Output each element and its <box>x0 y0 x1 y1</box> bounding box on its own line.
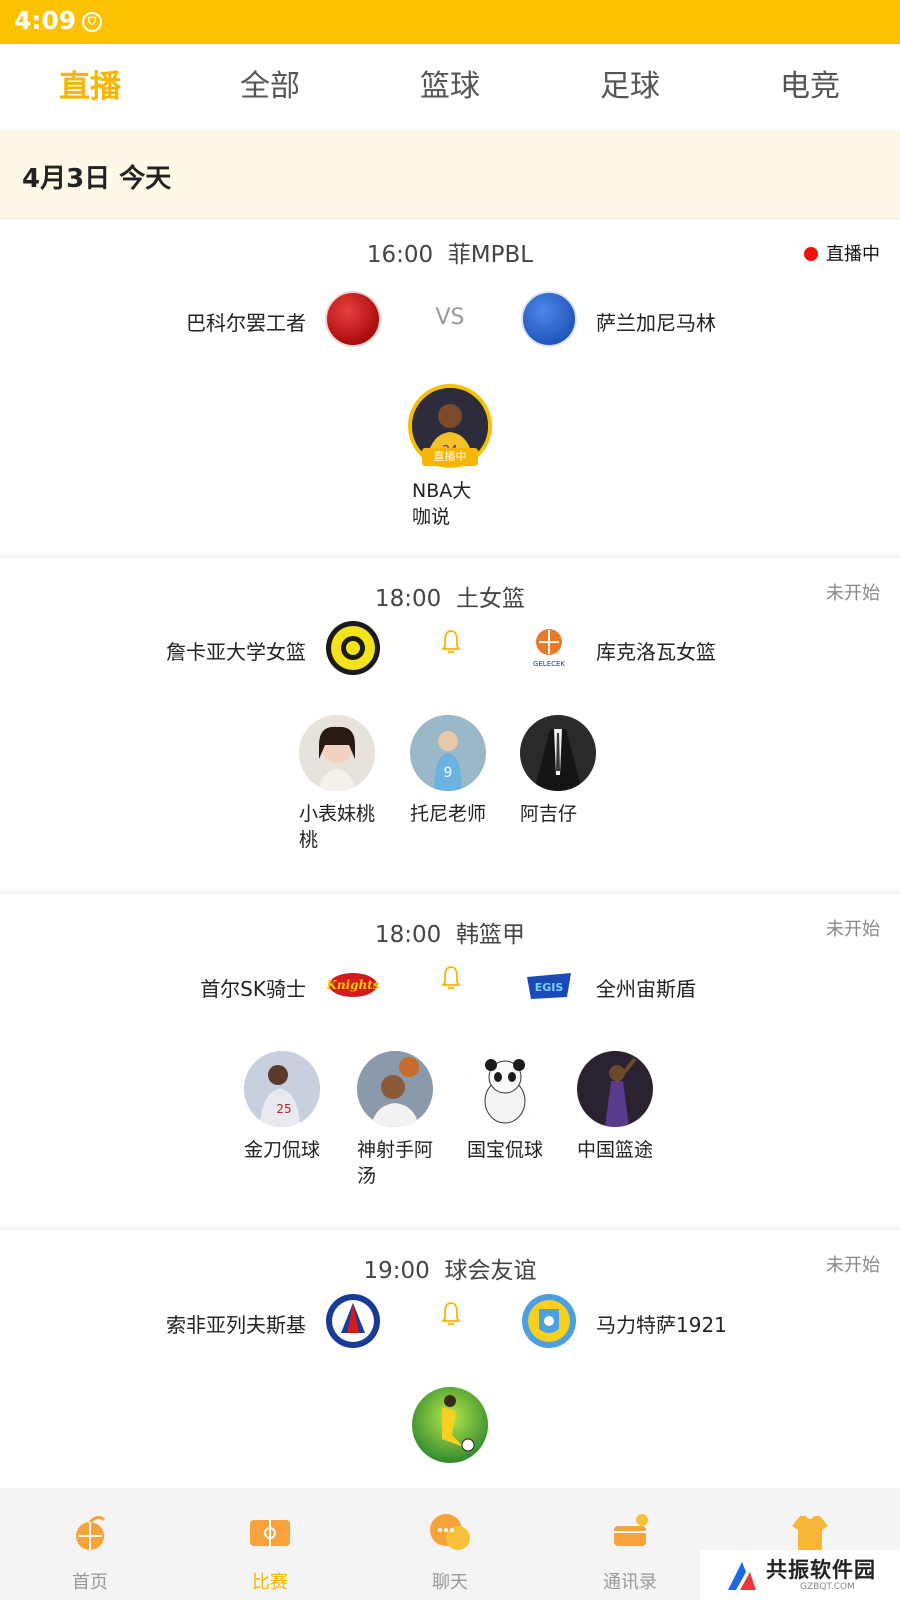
host-item[interactable]: 神射手阿汤 <box>345 1051 445 1189</box>
away-team-name: 萨兰加尼马林 <box>596 311 716 335</box>
host-item[interactable]: 中国篮途 <box>565 1051 665 1163</box>
away-team-logo[interactable] <box>521 291 577 347</box>
home-team-logo[interactable] <box>325 620 381 676</box>
live-status: 直播中 <box>804 240 880 266</box>
svg-text:Knights: Knights <box>325 978 379 992</box>
top-tab-bar: 直播 全部 篮球 足球 电竞 <box>0 44 900 130</box>
host-item[interactable]: 9 托尼老师 <box>398 715 498 827</box>
host-name: NBA大咖说 <box>412 480 472 528</box>
match-header: 16:00 菲MPBL <box>0 235 900 269</box>
host-avatar <box>520 715 596 791</box>
tab-football[interactable]: 足球 <box>540 44 720 130</box>
host-item[interactable]: 国宝侃球 <box>455 1051 555 1163</box>
match-header: 18:00 土女篮 <box>0 579 900 613</box>
host-name: 神射手阿汤 <box>357 1139 434 1187</box>
nav-home-label: 首页 <box>72 1572 108 1593</box>
host-name: 中国篮途 <box>577 1139 654 1161</box>
live-dot-icon <box>804 247 818 261</box>
svg-text:EGIS: EGIS <box>535 981 564 994</box>
bell-icon[interactable] <box>441 965 461 991</box>
host-item[interactable]: 阿吉仔 <box>508 715 608 827</box>
host-avatar: 9 <box>410 715 486 791</box>
match-header: 19:00 球会友谊 <box>0 1251 900 1285</box>
tab-esports[interactable]: 电竞 <box>720 44 900 130</box>
home-icon <box>76 1515 106 1550</box>
bell-icon[interactable] <box>441 629 461 655</box>
vs-label: VS <box>435 305 465 330</box>
date-header: 4月3日 今天 <box>0 130 900 218</box>
match-card[interactable]: 19:00 球会友谊 未开始 索非亚列夫斯基 马力特萨1921 <box>0 1228 900 1488</box>
away-team-name: 马力特萨1921 <box>596 1313 727 1337</box>
host-name: 阿吉仔 <box>520 803 578 825</box>
host-name: 小表妹桃桃 <box>299 803 376 851</box>
nav-chat[interactable]: 聊天 <box>360 1488 540 1600</box>
match-status: 未开始 <box>826 583 880 604</box>
live-badge: 直播中 <box>422 448 478 466</box>
status-bar: 4:09 ⛉ <box>0 0 900 44</box>
match-league: 土女篮 <box>455 586 525 612</box>
host-avatar <box>577 1051 653 1127</box>
watermark-sub: GZBQT.COM <box>800 1582 855 1592</box>
match-status: 未开始 <box>826 919 880 940</box>
host-avatar <box>299 715 375 791</box>
match-time: 16:00 <box>366 242 434 268</box>
host-avatar <box>357 1051 433 1127</box>
match-icon <box>250 1520 290 1546</box>
away-team-logo[interactable] <box>521 1293 577 1349</box>
match-card[interactable]: 18:00 韩篮甲 未开始 首尔SK骑士 Knights EGIS 全州宙斯盾 … <box>0 892 900 1228</box>
bell-icon[interactable] <box>441 1301 461 1327</box>
match-league: 球会友谊 <box>444 1258 537 1284</box>
host-avatar <box>412 1387 488 1463</box>
watermark-logo-icon <box>728 1562 756 1590</box>
tab-all[interactable]: 全部 <box>180 44 360 130</box>
tab-basketball[interactable]: 篮球 <box>360 44 540 130</box>
match-header: 18:00 韩篮甲 <box>0 915 900 949</box>
host-avatar: 25 <box>244 1051 320 1127</box>
status-time: 4:09 <box>14 6 77 35</box>
host-name: 金刀侃球 <box>244 1139 321 1161</box>
match-card[interactable]: 18:00 土女篮 未开始 詹卡亚大学女篮 GELECEK 库克洛瓦女篮 小表妹… <box>0 556 900 892</box>
match-league: 韩篮甲 <box>455 922 525 948</box>
shield-icon: ⛉ <box>82 12 102 32</box>
watermark: 共振软件园 GZBQT.COM <box>700 1550 900 1600</box>
match-time: 18:00 <box>375 586 442 612</box>
nav-contacts-label: 通讯录 <box>603 1572 657 1593</box>
chat-icon <box>430 1514 470 1550</box>
nav-match[interactable]: 比赛 <box>180 1488 360 1600</box>
host-name: 托尼老师 <box>410 803 487 825</box>
svg-text:9: 9 <box>444 765 453 781</box>
home-team-name: 首尔SK骑士 <box>200 977 306 1001</box>
tab-live[interactable]: 直播 <box>0 44 180 130</box>
nav-contacts[interactable]: 通讯录 <box>540 1488 720 1600</box>
date-text: 4月3日 今天 <box>22 164 172 194</box>
nav-chat-label: 聊天 <box>432 1572 468 1593</box>
away-team-name: 全州宙斯盾 <box>596 977 696 1001</box>
host-name: 国宝侃球 <box>467 1139 544 1161</box>
jersey-icon <box>792 1516 828 1550</box>
nav-match-label: 比赛 <box>252 1572 288 1593</box>
host-item[interactable]: 24 直播中 NBA大咖说 <box>400 384 500 530</box>
home-team-name: 索非亚列夫斯基 <box>166 1313 306 1337</box>
away-team-name: 库克洛瓦女篮 <box>596 640 716 664</box>
match-card[interactable]: 16:00 菲MPBL 直播中 巴科尔罢工者 VS 萨兰加尼马林 24 直播中 … <box>0 218 900 556</box>
svg-text:GELECEK: GELECEK <box>533 660 565 668</box>
nav-home[interactable]: 首页 <box>0 1488 180 1600</box>
home-team-name: 詹卡亚大学女篮 <box>166 640 306 664</box>
match-league: 菲MPBL <box>447 242 534 268</box>
host-avatar <box>467 1051 543 1127</box>
host-item[interactable]: 小表妹桃桃 <box>287 715 387 853</box>
match-time: 19:00 <box>363 1258 430 1284</box>
home-team-logo[interactable] <box>325 1293 381 1349</box>
host-item[interactable] <box>400 1387 500 1463</box>
match-time: 18:00 <box>375 922 442 948</box>
svg-text:25: 25 <box>276 1102 291 1116</box>
contacts-icon <box>614 1514 648 1546</box>
away-team-logo[interactable]: EGIS <box>521 957 577 1013</box>
watermark-title: 共振软件园 <box>766 1558 876 1582</box>
host-item[interactable]: 25 金刀侃球 <box>232 1051 332 1163</box>
away-team-logo[interactable]: GELECEK <box>521 620 577 676</box>
home-team-logo[interactable]: Knights <box>325 957 381 1013</box>
live-status-label: 直播中 <box>826 244 880 265</box>
match-status: 未开始 <box>826 1255 880 1276</box>
